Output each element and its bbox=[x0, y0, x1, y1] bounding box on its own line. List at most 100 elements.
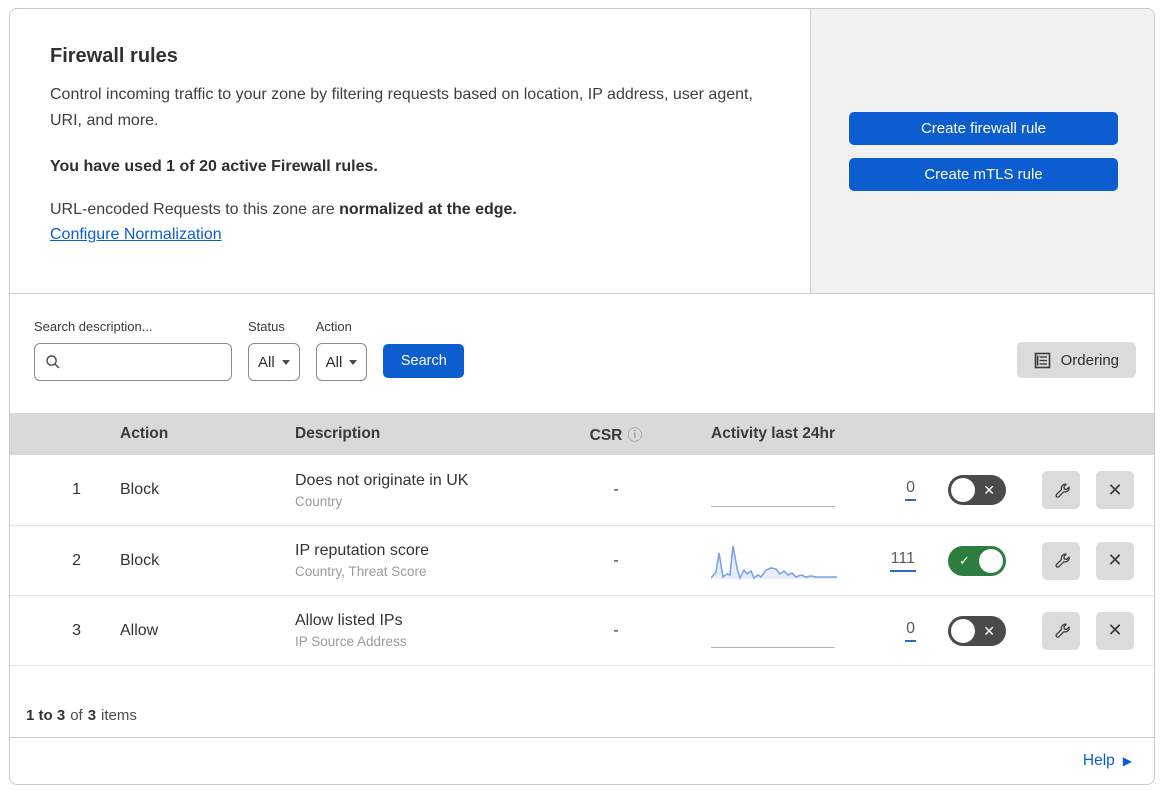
delete-rule-button[interactable]: ✕ bbox=[1096, 541, 1134, 580]
rule-activity-cell: 0 bbox=[671, 470, 916, 510]
column-header-csr: CSR ⓘ bbox=[561, 424, 671, 445]
column-header-action: Action bbox=[120, 425, 169, 442]
edit-rule-button[interactable] bbox=[1042, 471, 1080, 509]
wrench-icon bbox=[1052, 621, 1071, 640]
table-row: 2 Block IP reputation score Country, Thr… bbox=[10, 525, 1154, 595]
status-filter-group: Status All bbox=[248, 319, 300, 381]
action-filter-group: Action All bbox=[315, 319, 368, 381]
rule-action: Allow bbox=[120, 621, 159, 639]
x-icon: ✕ bbox=[1107, 620, 1123, 640]
rule-tools-cell: ✕ bbox=[1006, 541, 1134, 580]
table-body: 1 Block Does not originate in UK Country… bbox=[10, 455, 1154, 666]
page-title: Firewall rules bbox=[50, 45, 178, 67]
wrench-icon bbox=[1052, 551, 1071, 570]
edit-rule-button[interactable] bbox=[1042, 611, 1080, 650]
rule-toggle-cell: ✕ bbox=[916, 475, 1006, 505]
action-filter-value: All bbox=[325, 353, 343, 371]
rule-criteria: Country bbox=[295, 493, 343, 509]
toggle-state-icon: ✓ bbox=[959, 552, 970, 568]
firewall-rules-page: Firewall rules Control incoming traffic … bbox=[9, 8, 1155, 785]
rule-enable-toggle[interactable]: ✕ bbox=[948, 615, 1006, 646]
create-mtls-rule-button[interactable]: Create mTLS rule bbox=[849, 157, 1118, 191]
column-header-activity: Activity last 24hr bbox=[711, 425, 836, 442]
search-button[interactable]: Search bbox=[383, 344, 465, 378]
rule-csr-value: - bbox=[613, 551, 619, 569]
rule-toggle-cell: ✓ bbox=[916, 545, 1006, 576]
toggle-state-icon: ✕ bbox=[983, 622, 995, 639]
activity-count-link[interactable]: 0 bbox=[905, 620, 916, 642]
rule-activity-cell: 0 bbox=[671, 611, 916, 651]
pagination-items: items bbox=[101, 707, 137, 724]
help-label: Help bbox=[1082, 752, 1115, 769]
pagination-range: 1 to 3 bbox=[26, 707, 66, 724]
ordering-button-label: Ordering bbox=[1060, 351, 1119, 369]
edit-rule-button[interactable] bbox=[1042, 541, 1080, 580]
ordering-list-icon bbox=[1034, 352, 1051, 369]
status-filter-value: All bbox=[258, 353, 275, 371]
toggle-knob bbox=[951, 618, 975, 643]
rule-enable-toggle[interactable]: ✓ bbox=[948, 545, 1006, 576]
activity-count-link[interactable]: 111 bbox=[889, 550, 916, 572]
configure-normalization-link[interactable]: Configure Normalization bbox=[50, 226, 222, 244]
rule-priority: 3 bbox=[72, 621, 81, 639]
activity-sparkline bbox=[711, 611, 839, 651]
rule-criteria: Country, Threat Score bbox=[295, 564, 427, 579]
rule-csr-value: - bbox=[613, 481, 619, 498]
filter-bar: Search description... Status All Action … bbox=[10, 294, 1154, 413]
help-arrow-icon: ▶ bbox=[1122, 754, 1132, 768]
actions-panel: Create firewall rule Create mTLS rule bbox=[810, 9, 1154, 293]
delete-rule-button[interactable]: ✕ bbox=[1096, 471, 1134, 509]
rule-description-cell: Does not originate in UK Country bbox=[273, 472, 561, 509]
table-row: 3 Allow Allow listed IPs IP Source Addre… bbox=[10, 595, 1154, 665]
x-icon: ✕ bbox=[1107, 479, 1123, 500]
normalization-bold-text: normalized at the edge. bbox=[339, 200, 517, 218]
table-header: Action Description CSR ⓘ Activity last 24… bbox=[10, 413, 1154, 455]
table-row: 1 Block Does not originate in UK Country… bbox=[10, 455, 1154, 525]
toggle-state-icon: ✕ bbox=[983, 482, 995, 498]
rule-criteria: IP Source Address bbox=[295, 634, 407, 649]
pagination-summary: 1 to 3 of 3 items bbox=[10, 666, 1154, 737]
rule-description-cell: Allow listed IPs IP Source Address bbox=[273, 612, 561, 649]
rule-description: Allow listed IPs bbox=[295, 612, 403, 629]
status-filter-select[interactable]: All bbox=[248, 343, 300, 381]
status-filter-label: Status bbox=[248, 319, 285, 334]
activity-sparkline bbox=[711, 541, 839, 581]
rule-csr-value: - bbox=[613, 621, 619, 639]
column-header-description: Description bbox=[295, 425, 381, 442]
search-icon bbox=[45, 354, 61, 370]
help-bar: Help ▶ bbox=[10, 737, 1154, 784]
normalization-note: URL-encoded Requests to this zone are no… bbox=[50, 201, 770, 219]
search-group: Search description... bbox=[34, 319, 232, 381]
rule-description-cell: IP reputation score Country, Threat Scor… bbox=[273, 542, 561, 579]
page-header-section: Firewall rules Control incoming traffic … bbox=[10, 9, 1154, 294]
toggle-knob bbox=[951, 478, 975, 502]
chevron-down-icon bbox=[349, 359, 358, 365]
search-box bbox=[34, 343, 232, 381]
info-icon[interactable]: ⓘ bbox=[627, 424, 642, 445]
rule-action: Block bbox=[120, 481, 160, 498]
normalization-text: URL-encoded Requests to this zone are bbox=[50, 200, 340, 218]
rule-priority: 2 bbox=[72, 551, 81, 569]
intro-card: Firewall rules Control incoming traffic … bbox=[10, 9, 810, 293]
rule-priority: 1 bbox=[72, 481, 81, 498]
toggle-knob bbox=[979, 548, 1003, 573]
rule-action: Block bbox=[120, 551, 160, 569]
wrench-icon bbox=[1052, 481, 1071, 500]
action-filter-label: Action bbox=[315, 319, 352, 334]
rule-activity-cell: 111 bbox=[671, 541, 916, 581]
ordering-button[interactable]: Ordering bbox=[1016, 342, 1136, 378]
usage-summary: You have used 1 of 20 active Firewall ru… bbox=[50, 157, 378, 175]
activity-count-link[interactable]: 0 bbox=[905, 479, 916, 501]
delete-rule-button[interactable]: ✕ bbox=[1096, 611, 1134, 650]
activity-sparkline bbox=[711, 470, 839, 510]
search-input[interactable] bbox=[69, 354, 221, 370]
help-link[interactable]: Help ▶ bbox=[1083, 752, 1132, 770]
create-firewall-rule-button[interactable]: Create firewall rule bbox=[849, 111, 1118, 145]
rule-tools-cell: ✕ bbox=[1006, 611, 1134, 650]
rule-enable-toggle[interactable]: ✕ bbox=[948, 475, 1006, 505]
rule-description: IP reputation score bbox=[295, 542, 430, 559]
pagination-of: of bbox=[70, 707, 83, 724]
action-filter-select[interactable]: All bbox=[315, 343, 368, 381]
chevron-down-icon bbox=[281, 359, 290, 365]
search-label: Search description... bbox=[34, 319, 153, 334]
